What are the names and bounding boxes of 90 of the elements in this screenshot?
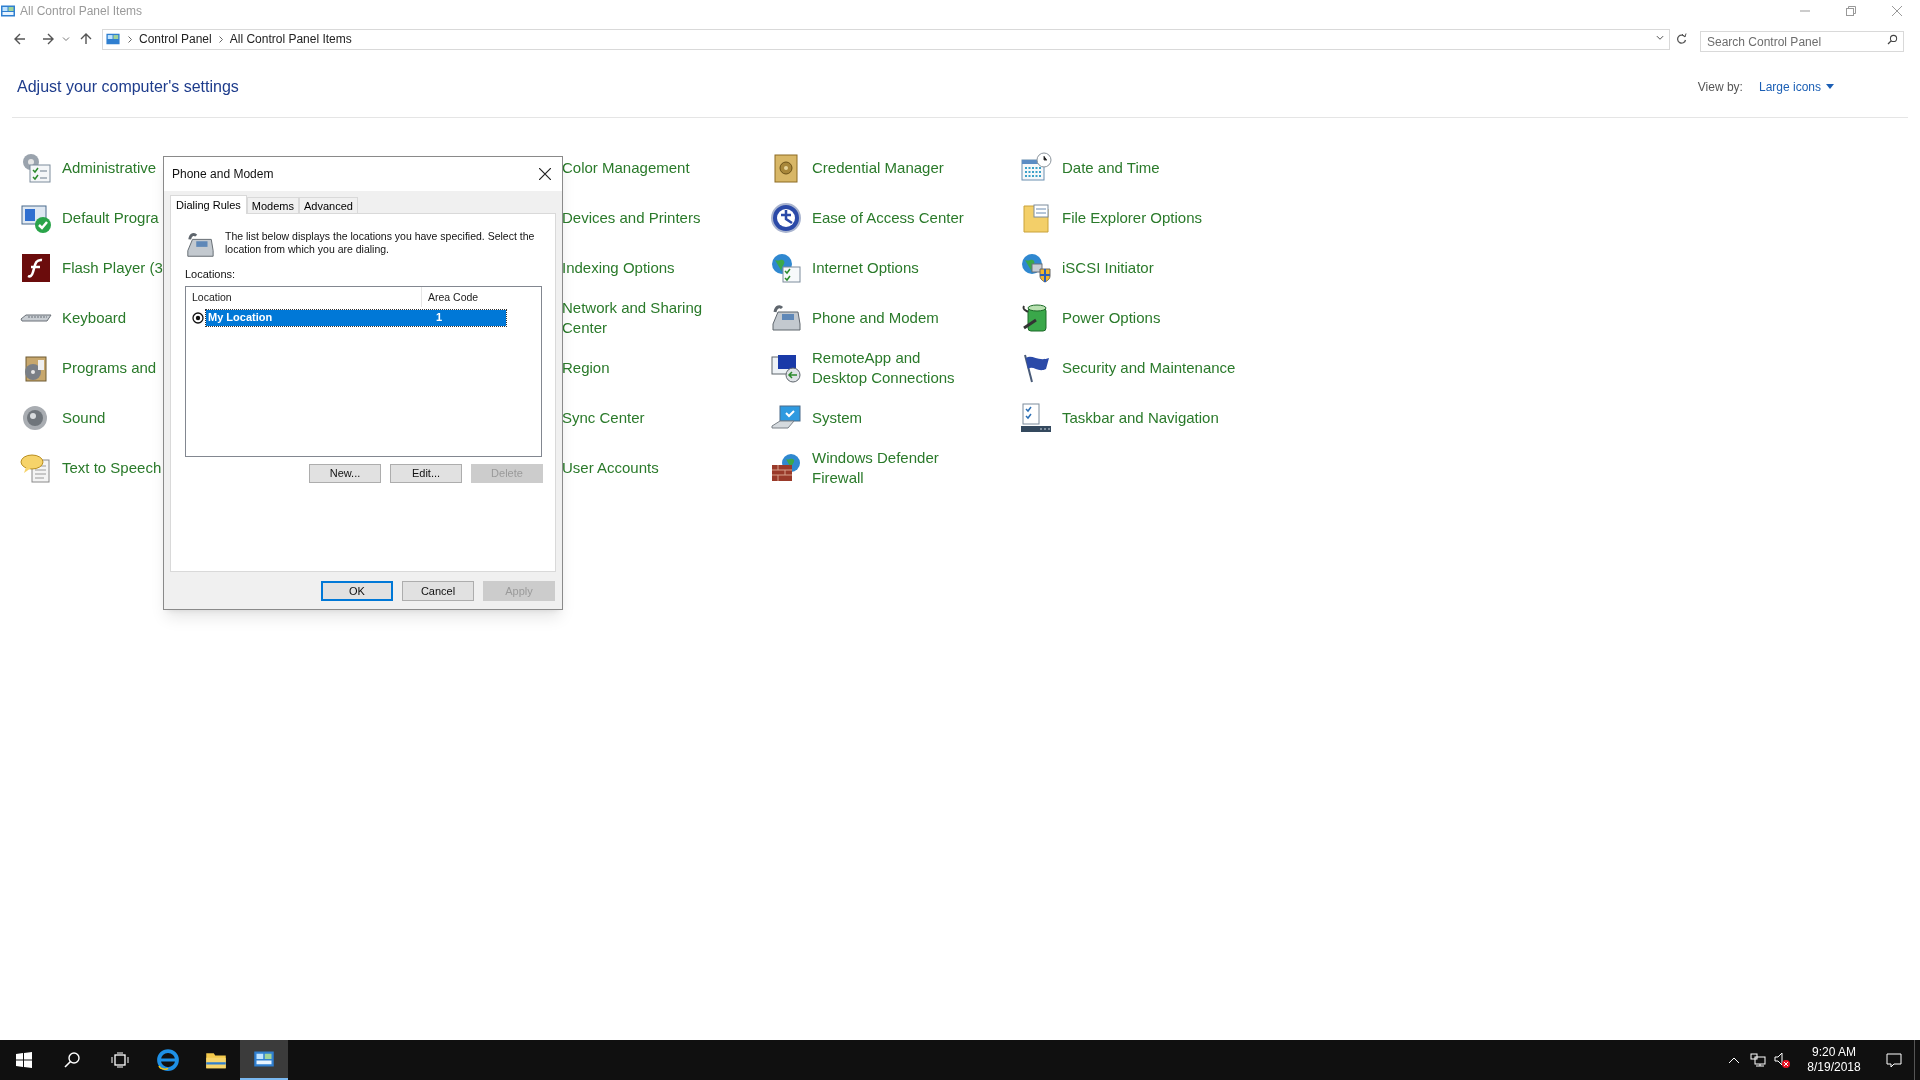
control-panel-link[interactable]: Flash Player (3 xyxy=(62,258,163,278)
control-panel-link[interactable]: Sync Center xyxy=(562,408,722,428)
telephone-icon xyxy=(185,230,215,260)
brick-wall-globe-icon xyxy=(770,452,802,484)
back-arrow-icon[interactable] xyxy=(14,33,26,45)
control-panel-link[interactable]: Internet Options xyxy=(812,258,972,278)
control-panel-link[interactable]: File Explorer Options xyxy=(1062,208,1292,228)
taskbar-app[interactable] xyxy=(240,1040,288,1080)
dialog-button[interactable]: OK xyxy=(321,581,393,601)
control-panel-link[interactable]: Administrative xyxy=(62,158,157,178)
forward-arrow-icon[interactable] xyxy=(42,33,54,45)
control-panel-link[interactable]: User Accounts xyxy=(562,458,722,478)
tab[interactable]: Dialing Rules xyxy=(170,195,247,214)
browser-icon xyxy=(156,1048,180,1072)
window-title: All Control Panel Items xyxy=(20,3,143,20)
control-panel-link[interactable]: Programs and xyxy=(62,358,157,378)
control-panel-link[interactable]: Ease of Access Center xyxy=(812,208,972,228)
search-icon[interactable] xyxy=(1887,33,1898,45)
close-icon[interactable] xyxy=(539,168,551,180)
control-panel-link[interactable]: Network and Sharing Center xyxy=(562,298,722,338)
keyboard-icon xyxy=(20,314,52,322)
column-header[interactable]: Area Code xyxy=(422,286,502,307)
control-panel-link[interactable]: Windows Defender Firewall xyxy=(812,448,972,488)
folder-icon xyxy=(1020,202,1052,234)
control-panel-link[interactable]: RemoteApp and Desktop Connections xyxy=(812,348,972,388)
refresh-icon[interactable] xyxy=(1675,33,1687,45)
taskbar-checklist-icon xyxy=(1020,402,1052,434)
globe-shield-icon xyxy=(1020,252,1052,284)
chevron-right-icon xyxy=(218,35,223,43)
calendar-clock-icon xyxy=(1020,152,1052,184)
chevron-up-icon[interactable] xyxy=(1729,1057,1739,1063)
search-icon[interactable] xyxy=(64,1052,80,1068)
address-bar[interactable]: Control Panel All Control Panel Items xyxy=(102,28,1670,50)
flash-icon xyxy=(20,252,52,284)
dropdown-arrow-icon xyxy=(1826,84,1834,89)
breadcrumb[interactable]: Control Panel xyxy=(139,30,212,48)
control-panel-link[interactable]: Taskbar and Navigation xyxy=(1062,408,1292,428)
control-panel-link[interactable]: Keyboard xyxy=(62,308,127,328)
locations-label: Locations: xyxy=(185,267,236,282)
control-panel-link[interactable]: iSCSI Initiator xyxy=(1062,258,1292,278)
location-row[interactable]: My Location 1 xyxy=(206,309,506,326)
control-panel-link[interactable]: Date and Time xyxy=(1062,158,1292,178)
dialog-button[interactable]: Edit... xyxy=(390,463,462,483)
network-icon[interactable] xyxy=(1750,1053,1766,1067)
tab[interactable]: Advanced xyxy=(299,197,358,213)
volume-muted-icon[interactable] xyxy=(1774,1052,1790,1068)
speech-bubble-icon xyxy=(20,452,52,484)
location-default-icon xyxy=(192,311,204,324)
control-panel-link[interactable]: Region xyxy=(562,358,722,378)
dialog-button[interactable]: New... xyxy=(309,463,381,483)
control-panel-icon xyxy=(105,32,121,46)
telephone-icon xyxy=(770,302,802,334)
remote-desktop-icon xyxy=(770,352,802,384)
control-panel-link[interactable]: Color Management xyxy=(562,158,722,178)
area-code: 1 xyxy=(436,310,443,326)
windows-start-icon[interactable] xyxy=(16,1052,32,1068)
notifications-icon[interactable] xyxy=(1886,1052,1902,1068)
task-view-icon[interactable] xyxy=(111,1052,129,1068)
view-by-label: View by: xyxy=(1697,78,1743,96)
dialog-button[interactable]: Cancel xyxy=(402,581,474,601)
search-field[interactable]: Search Control Panel xyxy=(1700,31,1904,52)
control-panel-link[interactable]: Indexing Options xyxy=(562,258,722,278)
monitor-check-icon xyxy=(20,202,52,234)
chevron-right-icon xyxy=(128,35,132,43)
restore-icon[interactable] xyxy=(1846,6,1856,16)
location-name: My Location xyxy=(207,310,274,326)
control-panel-link[interactable]: Sound xyxy=(62,408,106,428)
control-panel-link[interactable]: Security and Maintenance xyxy=(1062,358,1292,378)
control-panel-link[interactable]: Credential Manager xyxy=(812,158,972,178)
page-heading: Adjust your computer's settings xyxy=(17,76,239,97)
control-panel-link[interactable]: Text to Speech xyxy=(62,458,162,478)
control-panel-link[interactable]: System xyxy=(812,408,972,428)
up-arrow-icon[interactable] xyxy=(80,33,92,45)
view-mode-dropdown[interactable]: Large icons xyxy=(1758,77,1834,96)
column-header[interactable]: Location xyxy=(186,286,422,307)
clock[interactable]: 9:20 AM 8/19/2018 xyxy=(1794,1040,1874,1080)
description-text: The list below displays the locations you have specified. Select the location from which you are dialing. xyxy=(225,230,536,256)
control-panel-icon xyxy=(0,3,16,19)
control-panel-link[interactable]: Power Options xyxy=(1062,308,1292,328)
control-panel-link[interactable]: Devices and Printers xyxy=(562,208,722,228)
dialog-title: Phone and Modem xyxy=(172,166,274,183)
time-text: 9:20 AM xyxy=(1812,1045,1856,1060)
date-text: 8/19/2018 xyxy=(1807,1060,1861,1075)
control-panel-link[interactable]: Default Progra xyxy=(62,208,159,228)
tab[interactable]: Modems xyxy=(246,197,299,213)
globe-checklist-icon xyxy=(770,252,802,284)
breadcrumb[interactable]: All Control Panel Items xyxy=(229,30,352,48)
control-panel-link[interactable]: Phone and Modem xyxy=(812,308,972,328)
gear-checklist-icon xyxy=(20,152,52,184)
accessibility-icon xyxy=(770,202,802,234)
